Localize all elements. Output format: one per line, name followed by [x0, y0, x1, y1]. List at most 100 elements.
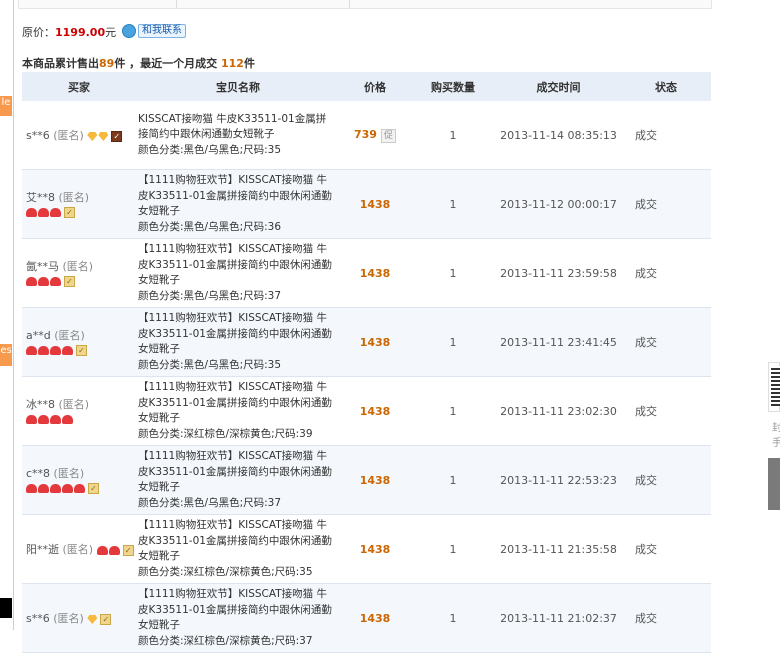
heart-rank-icon [96, 546, 108, 555]
item-title-line: 女短靴子 [138, 550, 180, 562]
buyer-name: s**6 [26, 612, 50, 625]
buyer-cell: 艾**8 (匿名) ✓ [22, 169, 136, 239]
left-side-panel [0, 0, 14, 630]
contact-seller-button[interactable]: 和我联系 [122, 24, 186, 38]
item-title-line: 女短靴子 [138, 205, 180, 217]
status-cell: 成交 [621, 169, 711, 239]
heart-rank-icon [74, 484, 85, 494]
chat-icon [122, 24, 136, 38]
price-cell: 1438 [340, 514, 410, 584]
table-row: s**6 (匿名) ✓ KISSCAT接吻猫 牛皮K33511-01金属拼 接简约中… [22, 101, 711, 170]
price-cell: 1438 [340, 169, 410, 239]
table-row: 艾**8 (匿名) ✓ 【1111购物狂欢节】KISSCAT接吻猫 牛皮K3351… [22, 169, 711, 239]
heart-rank-icon [50, 277, 61, 287]
quantity-cell: 1 [410, 307, 496, 377]
item-title-line: 女短靴子 [138, 481, 180, 493]
deal-price: 1438 [359, 611, 391, 625]
buyer-name: 阳**逝 [26, 543, 59, 556]
right-side-text: 封 手 [772, 421, 780, 451]
credit-badges: ✓ [26, 206, 75, 219]
heart-rank-icon [26, 484, 37, 494]
buyer-cell: s**6 (匿名) ✓ [22, 101, 136, 170]
price-cell: 1438 [340, 376, 410, 446]
price-label: 原价： [22, 26, 55, 39]
item-name-cell: 【1111购物狂欢节】KISSCAT接吻猫 牛皮K33511-01金属拼接简约中… [136, 583, 340, 653]
stats-suffix: 件 [243, 57, 255, 70]
left-side-tab[interactable]: le [0, 96, 12, 116]
anonymous-tag: (匿名) [62, 543, 94, 556]
heart-rank-icon [62, 346, 73, 356]
header-buyer: 买家 [22, 72, 136, 101]
deal-price: 739 [354, 127, 377, 141]
heart-rank-icon [26, 208, 37, 218]
status-cell: 成交 [621, 238, 711, 308]
price-cell: 1438 [340, 583, 410, 653]
buyer-cell: s**6 (匿名) ✓ [22, 583, 136, 653]
status-cell: 成交 [621, 583, 711, 653]
item-name-cell: KISSCAT接吻猫 牛皮K33511-01金属拼 接简约中跟休闲通勤女短靴子 颜色… [136, 101, 340, 170]
heart-rank-icon [62, 484, 73, 494]
vip-level-icon: ✓ [64, 207, 75, 219]
deal-price: 1438 [359, 404, 391, 418]
diamond-rank-icon [98, 132, 109, 141]
header-price: 价格 [340, 72, 410, 101]
right-side-bar[interactable] [768, 458, 780, 510]
heart-rank-icon [108, 546, 120, 555]
vip-level-icon: ✓ [122, 545, 134, 556]
item-title-line: 皮K33511-01金属拼接简约中跟休闲通勤 [138, 396, 332, 409]
credit-badges: ✓ [87, 130, 123, 143]
credit-badges [26, 413, 74, 426]
item-title-line: 【1111购物狂欢节】KISSCAT接吻猫 牛 [138, 243, 327, 255]
item-name-cell: 【1111购物狂欢节】KISSCAT接吻猫 牛皮K33511-01金属拼接简约中… [136, 238, 340, 308]
vip-level-icon: ✓ [88, 483, 99, 495]
transaction-table: 买家 宝贝名称 价格 购买数量 成交时间 状态 s**6 (匿名) ✓ KISSC… [22, 72, 711, 653]
deal-price: 1438 [359, 266, 391, 280]
credit-badges: ✓ [96, 544, 134, 557]
left-side-block [0, 598, 12, 618]
item-spec: 颜色分类:深红棕色/深棕黄色;尺码:39 [138, 427, 313, 440]
heart-rank-icon [50, 415, 61, 425]
item-title-line: 皮K33511-01金属拼接简约中跟休闲通勤 [138, 465, 332, 478]
credit-badges: ✓ [26, 482, 99, 495]
item-name-cell: 【1111购物狂欢节】KISSCAT接吻猫 牛皮K33511-01金属拼接简约中… [136, 307, 340, 377]
item-spec: 颜色分类:深红棕色/深棕黄色;尺码:37 [138, 634, 313, 647]
item-title-line: 女短靴子 [138, 274, 180, 286]
item-title-line: KISSCAT接吻猫 牛皮K33511-01金属拼 [138, 112, 327, 125]
table-header: 买家 宝贝名称 价格 购买数量 成交时间 状态 [22, 72, 711, 101]
item-spec: 颜色分类:黑色/乌黑色;尺码:37 [138, 496, 282, 509]
deal-time-cell: 2013-11-11 23:41:45 [496, 307, 621, 377]
left-side-tab-2[interactable]: es [0, 344, 12, 366]
stats-month: 112 [221, 57, 244, 70]
price-cell: 739 促 [340, 101, 410, 170]
stats-prefix: 本商品累计售出 [22, 57, 99, 70]
promo-tag: 促 [380, 128, 396, 143]
deal-time-cell: 2013-11-12 00:00:17 [496, 169, 621, 239]
item-title-line: 【1111购物狂欢节】KISSCAT接吻猫 牛 [138, 312, 327, 324]
item-spec: 颜色分类:黑色/乌黑色;尺码:37 [138, 289, 282, 302]
item-name-cell: 【1111购物狂欢节】KISSCAT接吻猫 牛皮K33511-01金属拼接简约中… [136, 169, 340, 239]
header-quantity: 购买数量 [410, 72, 496, 101]
heart-rank-icon [50, 208, 61, 218]
anonymous-tag: (匿名) [53, 129, 84, 142]
item-spec: 颜色分类:黑色/乌黑色;尺码:35 [138, 358, 282, 371]
deal-price: 1438 [359, 335, 391, 349]
buyer-cell: c**8 (匿名) ✓ [22, 445, 136, 515]
deal-price: 1438 [359, 197, 391, 211]
buyer-cell: a**d (匿名) ✓ [22, 307, 136, 377]
heart-rank-icon [38, 277, 49, 287]
buyer-name: 氤**马 [26, 260, 59, 274]
anonymous-tag: (匿名) [53, 467, 85, 481]
item-spec: 颜色分类:黑色/乌黑色;尺码:35 [138, 143, 282, 156]
quantity-cell: 1 [410, 169, 496, 239]
item-title-line: 女短靴子 [138, 343, 180, 355]
deal-time-cell: 2013-11-14 08:35:13 [496, 101, 621, 170]
item-title-line: 皮K33511-01金属拼接简约中跟休闲通勤 [138, 603, 332, 616]
heart-rank-icon [50, 484, 61, 494]
heart-rank-icon [38, 208, 49, 218]
credit-badges: ✓ [87, 613, 112, 626]
item-title-line: 接简约中跟休闲通勤女短靴子 [138, 128, 275, 141]
price-unit: 元 [105, 26, 117, 39]
stats-total: 89 [99, 57, 115, 70]
item-title-line: 皮K33511-01金属拼接简约中跟休闲通勤 [138, 534, 332, 547]
item-spec: 颜色分类:深红棕色/深棕黄色;尺码:35 [138, 565, 313, 578]
